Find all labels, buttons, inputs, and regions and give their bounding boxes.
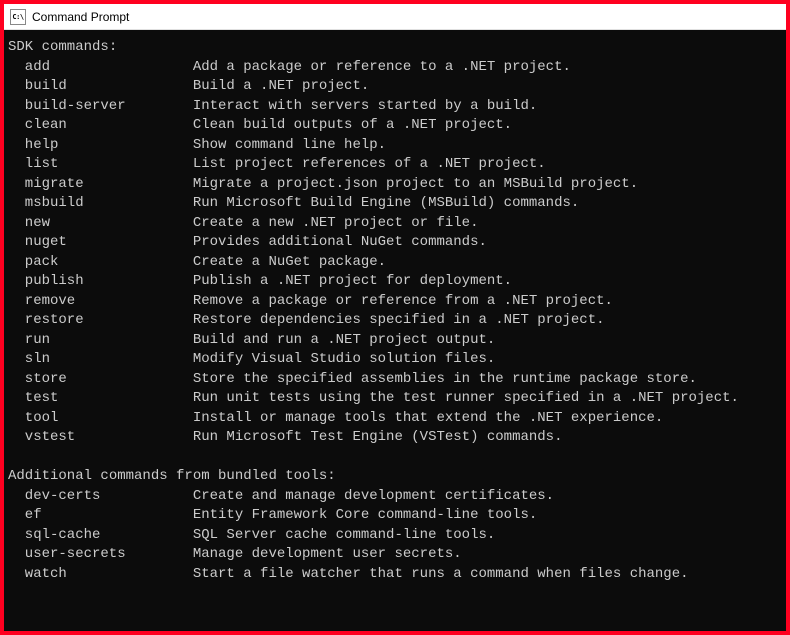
command-description: Entity Framework Core command-line tools… (193, 507, 537, 523)
command-name: msbuild (8, 194, 193, 214)
section-header: Additional commands from bundled tools: (8, 467, 782, 487)
command-description: Create and manage development certificat… (193, 488, 554, 504)
command-description: Show command line help. (193, 137, 386, 153)
command-row: restoreRestore dependencies specified in… (8, 311, 782, 331)
command-name: list (8, 155, 193, 175)
command-description: Create a NuGet package. (193, 254, 386, 270)
command-name: dev-certs (8, 487, 193, 507)
command-name: restore (8, 311, 193, 331)
terminal-output[interactable]: SDK commands:addAdd a package or referen… (4, 30, 786, 631)
command-description: Create a new .NET project or file. (193, 215, 479, 231)
command-row: slnModify Visual Studio solution files. (8, 350, 782, 370)
command-row: testRun unit tests using the test runner… (8, 389, 782, 409)
command-row: storeStore the specified assemblies in t… (8, 370, 782, 390)
command-name: publish (8, 272, 193, 292)
command-name: new (8, 214, 193, 234)
command-name: pack (8, 253, 193, 273)
command-description: Start a file watcher that runs a command… (193, 566, 689, 582)
command-name: clean (8, 116, 193, 136)
command-prompt-window: C:\ Command Prompt SDK commands:addAdd a… (4, 4, 786, 631)
command-row: publishPublish a .NET project for deploy… (8, 272, 782, 292)
titlebar[interactable]: C:\ Command Prompt (4, 4, 786, 30)
command-name: store (8, 370, 193, 390)
command-name: add (8, 58, 193, 78)
command-description: Add a package or reference to a .NET pro… (193, 59, 571, 75)
command-description: Migrate a project.json project to an MSB… (193, 176, 638, 192)
command-description: Store the specified assemblies in the ru… (193, 371, 697, 387)
command-description: Manage development user secrets. (193, 546, 462, 562)
command-name: ef (8, 506, 193, 526)
window-title: Command Prompt (32, 10, 129, 24)
command-description: Remove a package or reference from a .NE… (193, 293, 613, 309)
command-row: addAdd a package or reference to a .NET … (8, 58, 782, 78)
command-row: sql-cacheSQL Server cache command-line t… (8, 526, 782, 546)
command-name: nuget (8, 233, 193, 253)
command-description: Provides additional NuGet commands. (193, 234, 487, 250)
command-row: vstestRun Microsoft Test Engine (VSTest)… (8, 428, 782, 448)
command-description: Run unit tests using the test runner spe… (193, 390, 739, 406)
command-row: cleanClean build outputs of a .NET proje… (8, 116, 782, 136)
command-name: run (8, 331, 193, 351)
command-name: build (8, 77, 193, 97)
command-description: Interact with servers started by a build… (193, 98, 537, 114)
command-description: List project references of a .NET projec… (193, 156, 546, 172)
command-name: migrate (8, 175, 193, 195)
command-row: runBuild and run a .NET project output. (8, 331, 782, 351)
command-description: Build a .NET project. (193, 78, 369, 94)
command-name: tool (8, 409, 193, 429)
command-description: Modify Visual Studio solution files. (193, 351, 495, 367)
command-row: migrateMigrate a project.json project to… (8, 175, 782, 195)
command-description: SQL Server cache command-line tools. (193, 527, 495, 543)
command-row: msbuildRun Microsoft Build Engine (MSBui… (8, 194, 782, 214)
command-description: Restore dependencies specified in a .NET… (193, 312, 605, 328)
command-row: newCreate a new .NET project or file. (8, 214, 782, 234)
command-row: nugetProvides additional NuGet commands. (8, 233, 782, 253)
command-name: sql-cache (8, 526, 193, 546)
command-row: removeRemove a package or reference from… (8, 292, 782, 312)
command-name: help (8, 136, 193, 156)
command-name: vstest (8, 428, 193, 448)
command-name: build-server (8, 97, 193, 117)
command-name: user-secrets (8, 545, 193, 565)
command-description: Run Microsoft Test Engine (VSTest) comma… (193, 429, 563, 445)
command-name: test (8, 389, 193, 409)
blank-line (8, 448, 782, 468)
command-description: Install or manage tools that extend the … (193, 410, 663, 426)
command-row: watchStart a file watcher that runs a co… (8, 565, 782, 585)
command-description: Run Microsoft Build Engine (MSBuild) com… (193, 195, 579, 211)
command-name: remove (8, 292, 193, 312)
command-row: build-serverInteract with servers starte… (8, 97, 782, 117)
command-row: toolInstall or manage tools that extend … (8, 409, 782, 429)
command-description: Build and run a .NET project output. (193, 332, 495, 348)
section-header: SDK commands: (8, 38, 782, 58)
command-prompt-icon: C:\ (10, 9, 26, 25)
command-description: Publish a .NET project for deployment. (193, 273, 512, 289)
command-name: sln (8, 350, 193, 370)
command-row: dev-certsCreate and manage development c… (8, 487, 782, 507)
command-row: user-secretsManage development user secr… (8, 545, 782, 565)
command-name: watch (8, 565, 193, 585)
command-row: efEntity Framework Core command-line too… (8, 506, 782, 526)
command-row: packCreate a NuGet package. (8, 253, 782, 273)
command-row: helpShow command line help. (8, 136, 782, 156)
command-row: listList project references of a .NET pr… (8, 155, 782, 175)
command-description: Clean build outputs of a .NET project. (193, 117, 512, 133)
command-row: buildBuild a .NET project. (8, 77, 782, 97)
